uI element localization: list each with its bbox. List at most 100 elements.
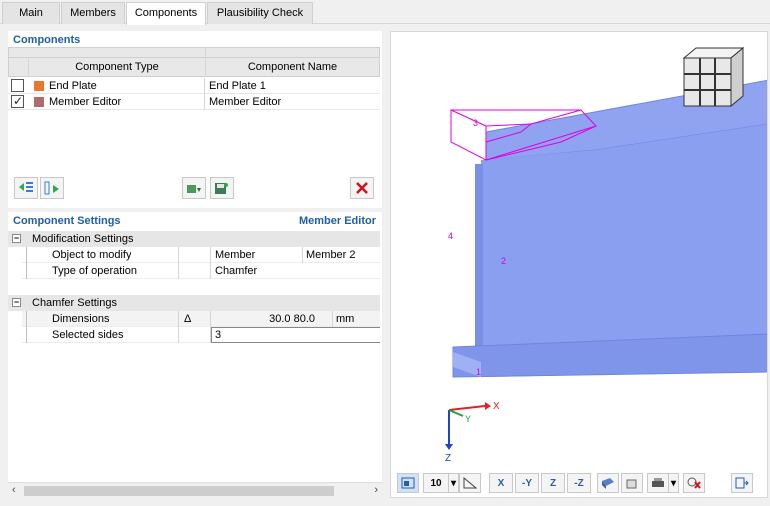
property-row[interactable]: Dimensions Δ 30.0 80.0 mm (22, 311, 380, 327)
left-panel: Components Component Type Component Name… (8, 31, 382, 498)
selected-sides-input[interactable]: 3 (211, 327, 380, 343)
component-type-cell: End Plate (49, 80, 97, 92)
delete-component-button[interactable] (350, 177, 374, 199)
printer-icon (652, 478, 664, 487)
view-z-label: Z (549, 477, 557, 489)
view-mode-button[interactable] (397, 473, 419, 493)
face-label-4: 4 (448, 231, 453, 241)
collapse-icon[interactable]: − (12, 298, 21, 307)
grid-dropdown-button[interactable]: ▾ (449, 473, 459, 493)
property-extra[interactable]: Member 2 (306, 249, 356, 261)
view-z-button[interactable]: Z (541, 473, 565, 493)
save-icon (215, 183, 228, 194)
component-color-swatch (34, 81, 44, 91)
table-row[interactable]: End Plate End Plate 1 (8, 78, 380, 94)
column-header-name[interactable]: Component Name (206, 61, 379, 73)
measure-button[interactable] (459, 473, 481, 493)
scrollbar-thumb[interactable] (24, 486, 334, 496)
tab-components[interactable]: Components (126, 2, 206, 25)
scroll-left-icon[interactable]: ‹ (12, 484, 16, 496)
tab-main-label: Main (19, 7, 43, 19)
tab-main[interactable]: Main (2, 2, 60, 24)
component-name-cell: Member Editor (209, 96, 282, 108)
solid-view-icon (602, 478, 614, 489)
reset-view-button[interactable] (683, 473, 705, 493)
property-value[interactable]: Member (215, 249, 255, 261)
property-row[interactable]: Object to modify Member Member 2 (22, 247, 380, 263)
view-cube[interactable] (682, 46, 745, 108)
3d-model-canvas[interactable]: 3 2 4 1 X Y Z (391, 32, 770, 472)
display-mode-icon (401, 477, 415, 489)
view-x-button[interactable]: X (489, 473, 513, 493)
component-color-swatch (34, 97, 44, 107)
copy-component-button[interactable] (182, 177, 206, 199)
magnify-reset-icon (687, 477, 701, 489)
property-row[interactable]: Type of operation Chamfer (22, 263, 380, 279)
grid-size-value: 10 (430, 477, 442, 489)
transparency-button[interactable] (621, 473, 643, 493)
axis-x-label: X (493, 401, 500, 412)
axis-triad: X Y Z (445, 401, 500, 464)
web-edge-shape (475, 164, 483, 359)
tab-plausibility-label: Plausibility Check (216, 7, 304, 19)
face-label-2: 2 (501, 256, 506, 266)
tab-plausibility-check[interactable]: Plausibility Check (207, 2, 313, 24)
column-header-type[interactable]: Component Type (29, 61, 205, 73)
panel-exit-icon (735, 477, 749, 489)
group-chamfer-settings[interactable]: − Chamfer Settings (8, 295, 380, 311)
dropdown-arrow-icon: ▾ (450, 477, 457, 489)
settings-context-label: Member Editor (298, 215, 376, 227)
view-neg-z-label: -Z (574, 477, 584, 489)
group-modification-settings[interactable]: − Modification Settings (8, 231, 380, 247)
print-dropdown-button[interactable]: ▾ (669, 473, 679, 493)
panel-toggle-button[interactable] (731, 473, 753, 493)
tab-members[interactable]: Members (61, 2, 125, 24)
property-row[interactable]: Selected sides 3 (22, 327, 380, 343)
face-label-3: 3 (473, 118, 478, 128)
render-style-button[interactable] (597, 473, 619, 493)
axis-z-label: Z (445, 453, 451, 464)
component-type-cell: Member Editor (49, 96, 122, 108)
property-symbol: Δ (184, 313, 192, 325)
import-component-button[interactable] (14, 177, 38, 199)
scroll-right-icon[interactable]: › (374, 484, 378, 496)
tab-bar: Main Members Components Plausibility Che… (0, 0, 770, 25)
property-name: Object to modify (52, 249, 132, 261)
row-checkbox[interactable]: ✓ (11, 94, 24, 108)
group-label: Modification Settings (32, 233, 134, 245)
table-row[interactable]: ✓ Member Editor Member Editor (8, 94, 380, 110)
view-neg-z-button[interactable]: -Z (567, 473, 591, 493)
horizontal-scrollbar[interactable]: ‹ › (8, 482, 382, 498)
group-label: Chamfer Settings (32, 297, 117, 309)
components-grid-header: Component Type Component Name (8, 47, 380, 77)
view-x-label: X (497, 477, 505, 489)
arrow-left-list-icon (19, 182, 33, 192)
view-neg-y-label: -Y (522, 477, 532, 489)
property-name: Selected sides (52, 329, 124, 341)
copy-icon (187, 185, 201, 193)
axis-y-label: Y (465, 414, 471, 424)
dimensions-input[interactable]: 30.0 80.0 (215, 313, 315, 325)
tab-members-label: Members (70, 7, 116, 19)
dropdown-arrow-icon: ▾ (670, 477, 677, 489)
face-label-1: 1 (476, 367, 481, 377)
ruler-icon (463, 477, 477, 489)
property-unit: mm (336, 313, 355, 325)
tab-components-label: Components (134, 7, 198, 19)
list-arrow-icon (44, 181, 59, 195)
red-x-icon (356, 182, 368, 194)
selected-sides-value: 3 (215, 329, 222, 341)
cube-icon (626, 479, 637, 489)
print-button[interactable] (647, 473, 669, 493)
property-name: Type of operation (52, 265, 138, 277)
collapse-icon[interactable]: − (12, 234, 21, 243)
save-component-button[interactable] (210, 177, 234, 199)
view-neg-y-button[interactable]: -Y (515, 473, 539, 493)
grid-size-button[interactable]: 10 (423, 473, 449, 493)
row-checkbox[interactable] (11, 79, 24, 92)
property-name: Dimensions (52, 313, 110, 325)
component-name-cell: End Plate 1 (209, 80, 266, 92)
property-value[interactable]: Chamfer (215, 265, 257, 277)
export-component-button[interactable] (40, 177, 64, 199)
3d-viewport[interactable]: 3 2 4 1 X Y Z 10 ▾ X -Y Z -Z ▾ (390, 31, 770, 498)
